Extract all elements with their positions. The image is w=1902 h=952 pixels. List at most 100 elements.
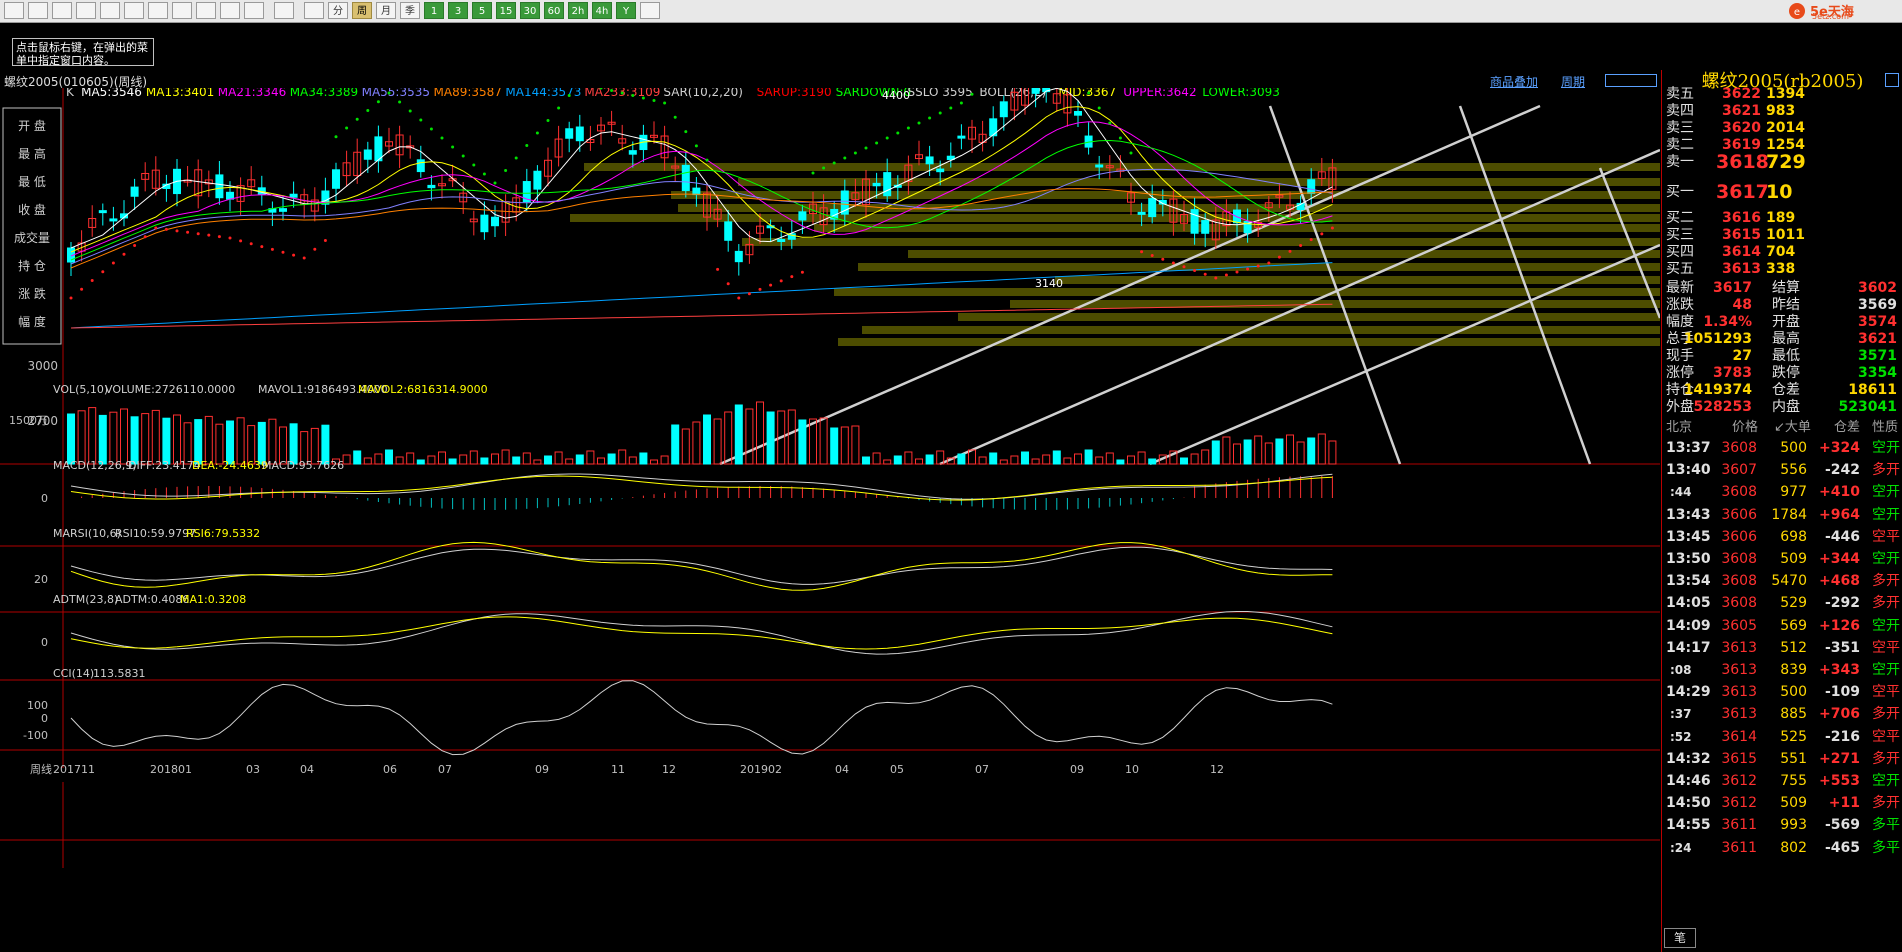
sar-dot	[800, 270, 804, 274]
toolbar-period-15-button[interactable]: 15	[496, 2, 516, 19]
toolbar-news-button[interactable]	[52, 2, 72, 19]
sar-dot	[482, 172, 486, 176]
cci-title: CCI(14)	[53, 667, 94, 680]
tick-header-cell: 性质	[1872, 420, 1899, 435]
candle-body	[1190, 209, 1199, 234]
tick-time: 14:50	[1666, 795, 1711, 812]
sar-dot	[970, 92, 974, 96]
sar-dot	[906, 126, 910, 130]
sar-dot	[1214, 276, 1218, 280]
sar-dot	[546, 119, 550, 122]
cci-axis-label: -100	[23, 729, 48, 742]
volume-bar	[544, 455, 552, 465]
sar-dot	[1203, 272, 1207, 276]
tick-row: 13:37 3608 500 +324 空开	[1662, 438, 1902, 458]
volume-bar	[925, 454, 934, 465]
candle-body	[734, 250, 743, 263]
sar-dot	[896, 131, 900, 135]
candle-body	[130, 186, 139, 197]
tick-row: 14:05 3608 529 -292 多开	[1662, 593, 1902, 613]
toolbar-window-button[interactable]	[148, 2, 168, 19]
toolbar-zoom-in-button[interactable]	[100, 2, 120, 19]
toolbar-filter-button[interactable]	[220, 2, 240, 19]
info-panel-label: 最 高	[18, 146, 46, 161]
toolbar-period-季-button[interactable]: 季	[400, 2, 420, 19]
tick-nature: 多开	[1872, 573, 1900, 590]
tick-price: 3608	[1721, 440, 1757, 456]
toolbar-tools-button[interactable]	[196, 2, 216, 19]
toolbar-period-4h-button[interactable]: 4h	[592, 2, 612, 19]
sar-dot	[1235, 270, 1239, 274]
toolbar-period-月-button[interactable]: 月	[376, 2, 396, 19]
toolbar-refresh-button[interactable]	[76, 2, 96, 19]
tick-volume: 993	[1780, 817, 1807, 834]
toolbar-period-Y-button[interactable]: Y	[616, 2, 636, 19]
tick-tab[interactable]: 笔	[1664, 928, 1696, 948]
sar-dot	[1288, 249, 1292, 253]
toolbar-grid-button[interactable]	[274, 2, 294, 19]
sar-dot	[387, 91, 391, 95]
tick-price: 3608	[1721, 573, 1757, 590]
tick-time: :24	[1670, 840, 1692, 855]
tick-oi: +271	[1819, 750, 1860, 767]
toolbar-period-60-button[interactable]: 60	[544, 2, 564, 19]
svg-text:e: e	[1794, 7, 1800, 18]
volume-bar	[607, 453, 616, 465]
sar-dot	[207, 233, 211, 237]
volume-bar	[448, 458, 457, 465]
toolbar-period-2h-button[interactable]: 2h	[568, 2, 588, 19]
tick-volume: 500	[1780, 684, 1807, 701]
sar-dot	[164, 227, 168, 231]
tick-volume: 512	[1780, 639, 1807, 656]
rsi-title: MARSI(10,6)	[53, 527, 121, 540]
toolbar-period-分-button[interactable]: 分	[328, 2, 348, 19]
toolbar-period-5-button[interactable]: 5	[472, 2, 492, 19]
toolbar-board-button[interactable]	[244, 2, 264, 19]
tick-row: :52 3614 525 -216 空平	[1662, 727, 1902, 747]
layout-buttons[interactable]	[1605, 74, 1657, 87]
tick-time: :44	[1670, 485, 1692, 500]
tick-nature: 多开	[1872, 750, 1900, 767]
tick-oi: -465	[1824, 839, 1860, 856]
sar-dot	[938, 111, 942, 115]
tick-time: 13:43	[1666, 506, 1711, 523]
sar-dot	[885, 136, 889, 140]
toolbar-period-30-button[interactable]: 30	[520, 2, 540, 19]
tick-oi: -216	[1824, 728, 1860, 745]
info-panel-label: 幅 度	[18, 314, 46, 329]
volume-profile-band	[742, 238, 1660, 246]
sar-dot	[705, 158, 709, 162]
tick-time: :52	[1670, 729, 1692, 744]
sar-dot	[1108, 121, 1112, 125]
toolbar-zoom-out-button[interactable]	[124, 2, 144, 19]
sar-dot	[1299, 244, 1303, 247]
toolbar-calc-button[interactable]	[640, 2, 660, 19]
tick-time: 13:45	[1666, 528, 1711, 545]
tick-volume: 977	[1780, 484, 1807, 501]
volume-bar	[98, 414, 107, 465]
sar-dot	[1129, 151, 1133, 155]
toolbar-period-3-button[interactable]: 3	[448, 2, 468, 19]
tick-volume: 1784	[1771, 506, 1807, 523]
tick-row: 13:50 3608 509 +344 空开	[1662, 549, 1902, 569]
sar-dot	[334, 135, 338, 139]
chart-area[interactable]: K MA5:3546 MA13:3401 MA21:3346 MA34:3389 MA55…	[0, 88, 1660, 952]
toolbar-period-1-button[interactable]: 1	[424, 2, 444, 19]
volume-bar	[703, 414, 711, 465]
vol-axis-label: 1500万	[9, 414, 48, 427]
volume-profile-band	[671, 191, 1660, 199]
toolbar-period-周-button[interactable]: 周	[352, 2, 372, 19]
sar-dot	[694, 144, 698, 148]
volume-profile-band	[584, 163, 1660, 171]
toolbar-home-button[interactable]	[4, 2, 24, 19]
volume-bar	[893, 455, 902, 465]
tick-header-cell: 仓差	[1834, 420, 1861, 435]
sar-dot	[101, 270, 105, 274]
sar-dot	[779, 279, 783, 283]
toolbar-tick-button[interactable]	[304, 2, 324, 19]
toolbar: 分周月季 1 3 5 15 30 60 2h 4h Y	[0, 0, 1902, 23]
toolbar-pen-button[interactable]	[172, 2, 192, 19]
candle-body	[491, 216, 499, 227]
toolbar-folder-button[interactable]	[28, 2, 48, 19]
sar-dot	[292, 253, 296, 257]
